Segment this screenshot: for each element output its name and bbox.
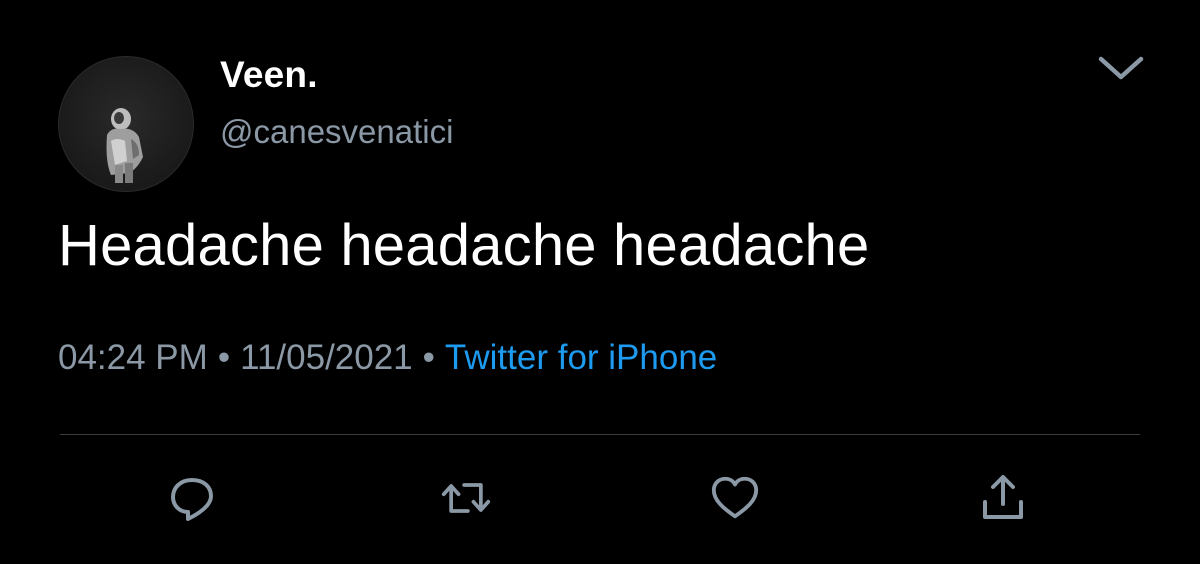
chevron-down-icon[interactable]	[1095, 50, 1147, 86]
avatar[interactable]	[58, 56, 194, 192]
meta-separator: •	[217, 338, 231, 377]
retweet-icon	[441, 483, 491, 513]
reply-icon	[171, 478, 213, 521]
heart-icon	[711, 476, 759, 519]
display-name[interactable]: Veen.	[220, 54, 318, 96]
share-button[interactable]	[977, 472, 1029, 524]
meta-separator: •	[422, 338, 435, 377]
tweet-card: Veen. @canesvenatici Headache headache h…	[0, 0, 1200, 564]
astronaut-avatar-image	[106, 108, 143, 183]
tweet-date[interactable]: 11/05/2021	[240, 338, 413, 377]
divider	[60, 434, 1140, 435]
retweet-button[interactable]	[440, 472, 492, 524]
reply-button[interactable]	[166, 472, 218, 524]
tweet-source-link[interactable]: Twitter for iPhone	[445, 338, 717, 377]
tweet-time: 04:24 PM	[58, 338, 208, 377]
like-button[interactable]	[709, 472, 761, 524]
tweet-meta: 04:24 PM • 11/05/2021 • Twitter for iPhone	[58, 338, 717, 378]
tweet-text: Headache headache headache	[58, 213, 870, 278]
share-icon	[983, 475, 1023, 519]
user-handle[interactable]: @canesvenatici	[220, 113, 453, 151]
